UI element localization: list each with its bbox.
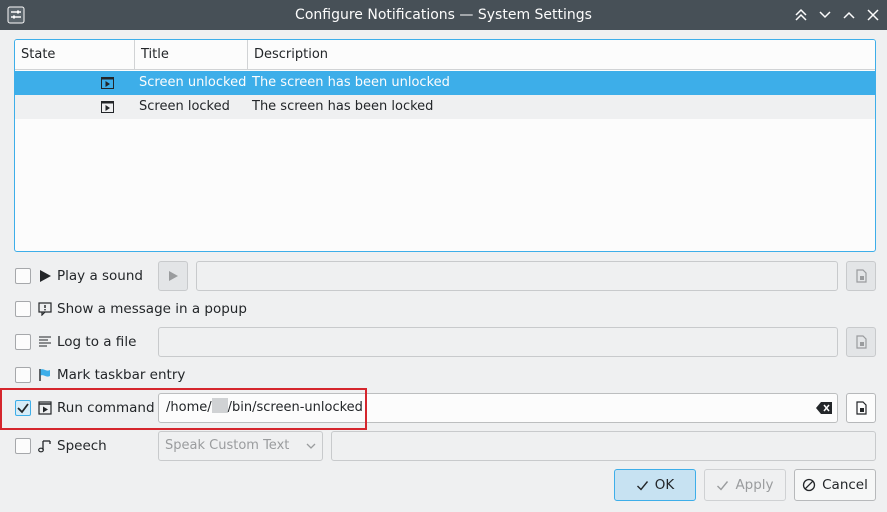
run-command-field[interactable]: /home/ /bin/screen-unlocked [158, 393, 838, 423]
table-row[interactable]: Screen unlocked The screen has been unlo… [15, 71, 875, 95]
table-header: State Title Description [15, 40, 875, 70]
music-note-icon [38, 440, 51, 453]
checkmark-icon [717, 480, 729, 491]
title-bar: Configure Notifications — System Setting… [0, 0, 887, 30]
close-button[interactable] [863, 5, 883, 25]
cancel-label: Cancel [822, 477, 868, 493]
browse-command-button[interactable] [846, 393, 876, 423]
row-description: The screen has been locked [252, 99, 434, 114]
apply-label: Apply [735, 477, 774, 493]
preview-sound-button[interactable] [158, 261, 188, 291]
log-file-field[interactable] [158, 327, 838, 357]
maximize-button[interactable] [839, 5, 859, 25]
column-header-title[interactable]: Title [135, 40, 248, 70]
speech-checkbox[interactable] [15, 438, 31, 454]
text-lines-icon [39, 336, 51, 347]
row-title: Screen unlocked [139, 75, 247, 90]
speech-mode-select[interactable]: Speak Custom Text [158, 431, 323, 461]
keep-above-button[interactable] [791, 5, 811, 25]
run-command-label: Run command [57, 400, 155, 416]
row-description: The screen has been unlocked [252, 75, 450, 90]
play-sound-label: Play a sound [57, 268, 143, 284]
play-icon [169, 271, 178, 281]
cancel-icon [802, 478, 816, 492]
row-title: Screen locked [139, 99, 230, 114]
speech-text-field[interactable] [331, 431, 876, 461]
redacted-username [211, 398, 228, 413]
play-icon [40, 270, 51, 282]
browse-log-button[interactable] [846, 327, 876, 357]
column-header-description[interactable]: Description [248, 40, 875, 70]
speech-mode-value: Speak Custom Text [165, 438, 290, 453]
flag-icon [39, 369, 50, 381]
command-path-suffix: /bin/screen-unlocked [227, 400, 363, 415]
close-icon [867, 9, 879, 21]
run-command-icon [38, 401, 52, 415]
open-file-icon [856, 335, 867, 349]
events-table[interactable]: State Title Description Screen unlocked … [14, 39, 876, 252]
run-command-checkbox[interactable] [15, 400, 31, 416]
taskbar-checkbox[interactable] [15, 367, 31, 383]
popup-checkbox[interactable] [15, 301, 31, 317]
taskbar-label: Mark taskbar entry [57, 367, 186, 383]
double-chevron-up-icon [795, 8, 807, 21]
log-file-label: Log to a file [57, 334, 137, 350]
clear-text-icon[interactable] [816, 402, 832, 414]
open-file-icon [856, 401, 867, 415]
command-path: /home/ /bin/screen-unlocked [166, 394, 363, 422]
cancel-button[interactable]: Cancel [794, 469, 876, 501]
chevron-up-icon [843, 11, 855, 19]
checkmark-icon [636, 480, 648, 491]
popup-label: Show a message in a popup [57, 301, 247, 317]
run-command-state-icon [101, 101, 114, 113]
play-sound-checkbox[interactable] [15, 268, 31, 284]
log-file-checkbox[interactable] [15, 334, 31, 350]
command-path-prefix: /home/ [166, 400, 212, 415]
browse-sound-button[interactable] [846, 261, 876, 291]
table-row[interactable]: Screen locked The screen has been locked [15, 95, 875, 119]
window-title: Configure Notifications — System Setting… [295, 7, 592, 23]
chevron-down-icon [306, 443, 316, 449]
sound-file-field[interactable] [196, 261, 838, 291]
run-command-state-icon [101, 77, 114, 89]
speech-label: Speech [57, 438, 107, 454]
open-file-icon [856, 269, 867, 283]
column-header-state[interactable]: State [15, 40, 135, 70]
apply-button[interactable]: Apply [704, 469, 786, 501]
checkmark-icon [17, 403, 29, 414]
ok-button[interactable]: OK [614, 469, 696, 501]
message-popup-icon [38, 302, 52, 316]
chevron-down-icon [819, 11, 831, 19]
ok-label: OK [654, 477, 675, 493]
minimize-button[interactable] [815, 5, 835, 25]
